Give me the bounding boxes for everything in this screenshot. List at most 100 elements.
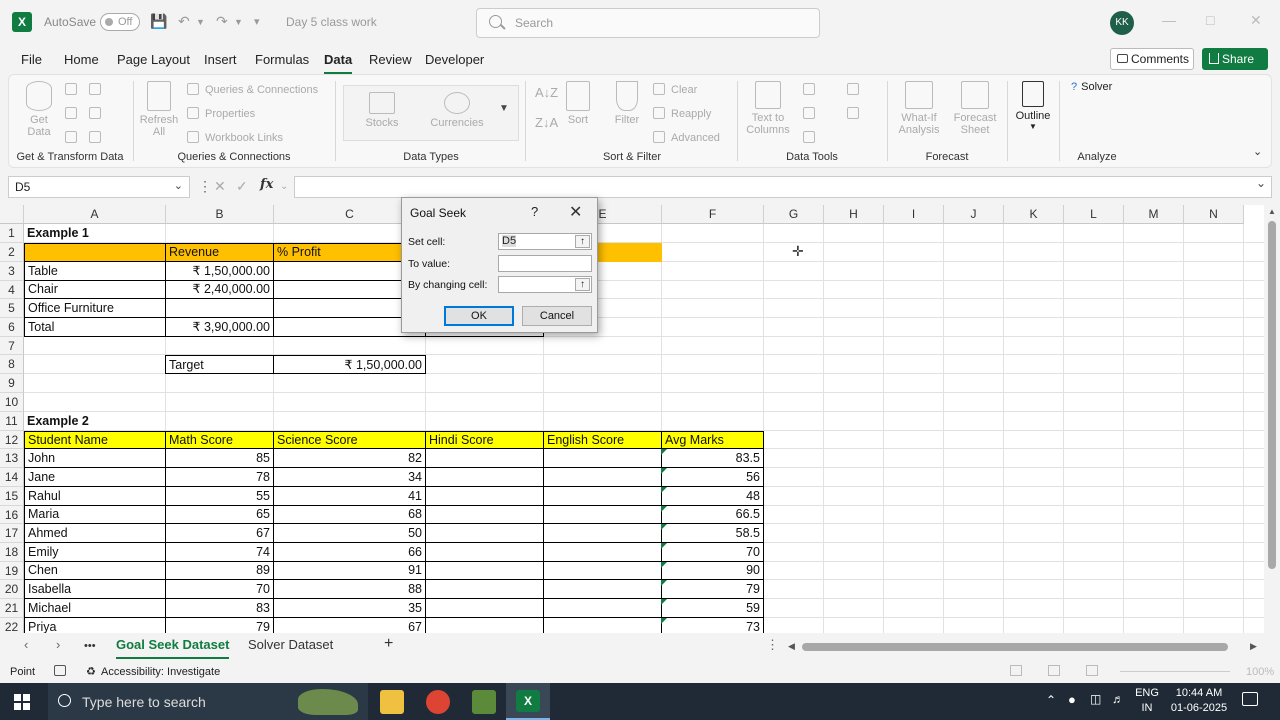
vertical-scrollbar[interactable]: ▲ [1264,205,1280,633]
science-score[interactable]: 88 [273,580,426,599]
item-revenue[interactable]: ₹ 2,40,000.00 [165,281,274,299]
item-revenue[interactable]: ₹ 3,90,000.00 [165,318,274,337]
item-name[interactable]: Office Furniture [24,299,166,318]
row-header[interactable]: 16 [0,506,24,524]
hindi-score[interactable] [425,618,544,633]
vertical-scroll-thumb[interactable] [1268,221,1276,569]
english-score[interactable] [543,618,662,633]
sort-za-icon[interactable]: Z↓A [535,115,558,130]
chrome-icon[interactable] [426,690,450,714]
row-header[interactable]: 5 [0,299,24,318]
student-name[interactable]: Ahmed [24,524,166,543]
from-text-icon[interactable] [65,83,83,96]
redo-icon[interactable]: ↷ [216,13,228,30]
row-header[interactable]: 7 [0,337,24,355]
name-box[interactable]: D5 ⌄ [8,176,190,198]
science-score[interactable]: 82 [273,449,426,468]
student-name[interactable]: Jane [24,468,166,487]
column-header[interactable]: J [944,205,1004,224]
target-value[interactable]: ₹ 1,50,000.00 [273,355,426,374]
flash-fill-icon[interactable] [803,83,821,96]
queries-connections-button[interactable]: Queries & Connections [187,83,318,96]
header-revenue[interactable]: Revenue [165,243,274,262]
collapse-dialog-icon[interactable]: ↑ [575,278,590,291]
hindi-score[interactable] [425,599,544,618]
row-header[interactable]: 3 [0,262,24,281]
hindi-score[interactable] [425,524,544,543]
workbook-links-button[interactable]: Workbook Links [187,131,283,144]
user-avatar[interactable]: KK [1110,11,1134,35]
formula-input[interactable] [294,176,1272,198]
column-header[interactable]: M [1124,205,1184,224]
row-header[interactable]: 13 [0,449,24,468]
notification-icon[interactable] [1242,692,1258,706]
science-score[interactable]: 41 [273,487,426,506]
student-name[interactable]: Isabella [24,580,166,599]
row-header[interactable]: 8 [0,355,24,374]
column-header[interactable]: A [24,205,166,224]
student-name[interactable]: Rahul [24,487,166,506]
row-header[interactable]: 9 [0,374,24,393]
autosave-toggle[interactable]: Off [100,13,140,31]
remove-duplicates-icon[interactable] [803,107,821,120]
science-score[interactable]: 35 [273,599,426,618]
comments-button[interactable]: Comments [1110,48,1194,70]
avg-marks[interactable]: 58.5 [661,524,764,543]
hindi-score[interactable] [425,562,544,580]
math-score[interactable]: 79 [165,618,274,633]
tab-developer[interactable]: Developer [425,52,484,67]
app-icon[interactable] [472,690,496,714]
save-icon[interactable]: 💾 [150,13,167,30]
english-score[interactable] [543,580,662,599]
math-score[interactable]: 70 [165,580,274,599]
item-revenue[interactable] [165,299,274,318]
share-button[interactable]: Share ▼ [1202,48,1268,87]
student-name[interactable]: Michael [24,599,166,618]
english-score[interactable] [543,524,662,543]
solver-button[interactable]: ? Solver [1071,81,1112,93]
science-score[interactable]: 66 [273,543,426,562]
header-avg-marks[interactable]: Avg Marks [661,431,764,449]
advanced-button[interactable]: Advanced [653,131,720,144]
example2-title[interactable]: Example 2 [24,412,166,431]
item-name[interactable]: Chair [24,281,166,299]
consolidate-icon[interactable] [847,83,865,96]
english-score[interactable] [543,487,662,506]
english-score[interactable] [543,449,662,468]
row-header[interactable]: 10 [0,393,24,412]
text-to-columns-button[interactable]: Text to Columns [743,81,793,136]
relationships-icon[interactable] [847,107,865,120]
header-english-score[interactable]: English Score [543,431,662,449]
math-score[interactable]: 65 [165,506,274,524]
network-icon[interactable]: ◫ [1090,692,1101,706]
avg-marks[interactable]: 48 [661,487,764,506]
student-name[interactable]: Priya [24,618,166,633]
cancel-formula-icon[interactable]: ✕ [214,178,226,195]
close-window-icon[interactable]: ✕ [1250,12,1262,29]
refresh-all-button[interactable]: Refresh All [139,81,179,138]
math-score[interactable]: 85 [165,449,274,468]
row-header[interactable]: 1 [0,224,24,243]
fx-dropdown-icon[interactable]: ⌄ [280,181,288,192]
clock[interactable]: 10:44 AM 01-06-2025 [1166,686,1232,716]
tab-file[interactable]: File [21,52,42,67]
volume-icon[interactable]: ♬ [1112,692,1124,706]
outline-button[interactable]: Outline ▼ [1013,81,1053,131]
prev-sheet-icon[interactable]: ‹ [24,637,28,652]
more-sheets-icon[interactable]: ••• [84,640,96,652]
column-header[interactable]: H [824,205,884,224]
excel-taskbar-active[interactable]: X [506,683,550,720]
clear-button[interactable]: Clear [653,83,697,96]
normal-view-icon[interactable] [1010,665,1022,676]
forecast-sheet-button[interactable]: Forecast Sheet [949,81,1001,136]
avg-marks[interactable]: 70 [661,543,764,562]
science-score[interactable]: 50 [273,524,426,543]
column-header[interactable]: I [884,205,944,224]
taskbar-search[interactable]: Type here to search [48,683,368,720]
set-cell-input[interactable]: D5 ↑ [498,233,592,250]
changing-cell-input[interactable]: ↑ [498,276,592,293]
header-science-score[interactable]: Science Score [273,431,426,449]
from-table-icon[interactable] [65,107,83,120]
ok-button[interactable]: OK [444,306,514,326]
scroll-up-icon[interactable]: ▲ [1268,207,1276,216]
